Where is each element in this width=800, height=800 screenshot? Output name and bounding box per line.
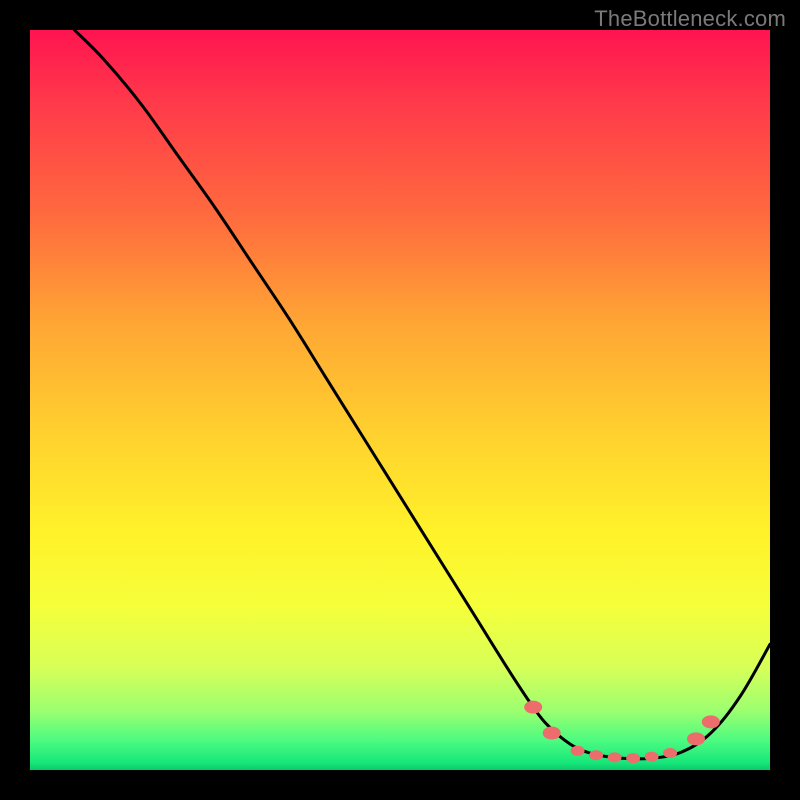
marker-dot <box>608 752 622 762</box>
curve-svg <box>30 30 770 770</box>
marker-dot <box>589 750 603 760</box>
marker-dot <box>687 732 705 745</box>
curve-markers <box>524 701 720 764</box>
marker-dot <box>645 752 659 762</box>
marker-dot <box>702 715 720 728</box>
plot-area <box>30 30 770 770</box>
marker-dot <box>571 746 585 756</box>
chart-stage: TheBottleneck.com <box>0 0 800 800</box>
marker-dot <box>524 701 542 714</box>
bottleneck-curve <box>74 30 770 759</box>
marker-dot <box>663 748 677 758</box>
watermark-text: TheBottleneck.com <box>594 6 786 32</box>
marker-dot <box>626 753 640 763</box>
marker-dot <box>543 727 561 740</box>
